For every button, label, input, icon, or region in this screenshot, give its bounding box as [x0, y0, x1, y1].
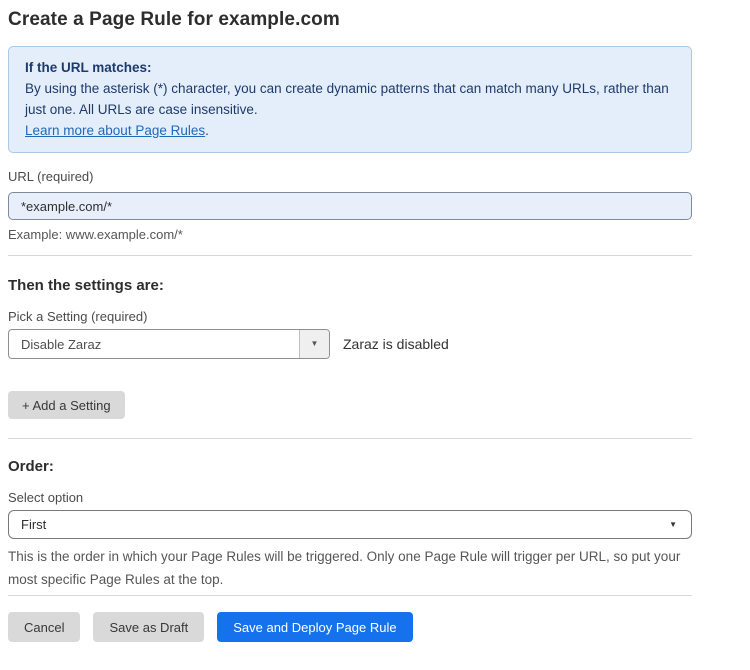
url-field-label: URL (required)	[8, 169, 692, 184]
setting-status-text: Zaraz is disabled	[343, 336, 449, 352]
link-period: .	[205, 123, 209, 138]
settings-section-heading: Then the settings are:	[8, 277, 692, 294]
page-rule-form: Create a Page Rule for example.com If th…	[0, 0, 692, 642]
page-title: Create a Page Rule for example.com	[8, 9, 692, 31]
setting-select-value: Disable Zaraz	[9, 330, 299, 358]
info-box-heading: If the URL matches:	[25, 57, 675, 78]
order-section-heading: Order:	[8, 458, 692, 475]
info-box-body: By using the asterisk (*) character, you…	[25, 78, 675, 120]
learn-more-link[interactable]: Learn more about Page Rules	[25, 123, 205, 138]
cancel-button[interactable]: Cancel	[8, 612, 80, 642]
url-input[interactable]	[8, 192, 692, 220]
setting-select-arrow-button[interactable]: ▼	[299, 330, 329, 358]
order-select-value: First	[21, 517, 46, 532]
url-example-text: Example: www.example.com/*	[8, 227, 692, 242]
setting-row: Disable Zaraz ▼ Zaraz is disabled	[8, 329, 692, 359]
divider	[8, 255, 692, 256]
info-box-link-line: Learn more about Page Rules.	[25, 120, 675, 141]
url-match-info-box: If the URL matches: By using the asteris…	[8, 46, 692, 153]
chevron-down-icon: ▼	[311, 340, 319, 348]
divider	[8, 595, 692, 596]
chevron-down-icon: ▼	[669, 521, 677, 529]
save-and-deploy-button[interactable]: Save and Deploy Page Rule	[217, 612, 412, 642]
save-as-draft-button[interactable]: Save as Draft	[93, 612, 204, 642]
pick-setting-label: Pick a Setting (required)	[8, 309, 692, 324]
order-select[interactable]: First ▼	[8, 510, 692, 539]
order-description: This is the order in which your Page Rul…	[8, 545, 692, 591]
form-actions: Cancel Save as Draft Save and Deploy Pag…	[8, 612, 692, 642]
order-select-label: Select option	[8, 490, 692, 505]
add-setting-button[interactable]: + Add a Setting	[8, 391, 125, 419]
divider	[8, 438, 692, 439]
setting-select[interactable]: Disable Zaraz ▼	[8, 329, 330, 359]
